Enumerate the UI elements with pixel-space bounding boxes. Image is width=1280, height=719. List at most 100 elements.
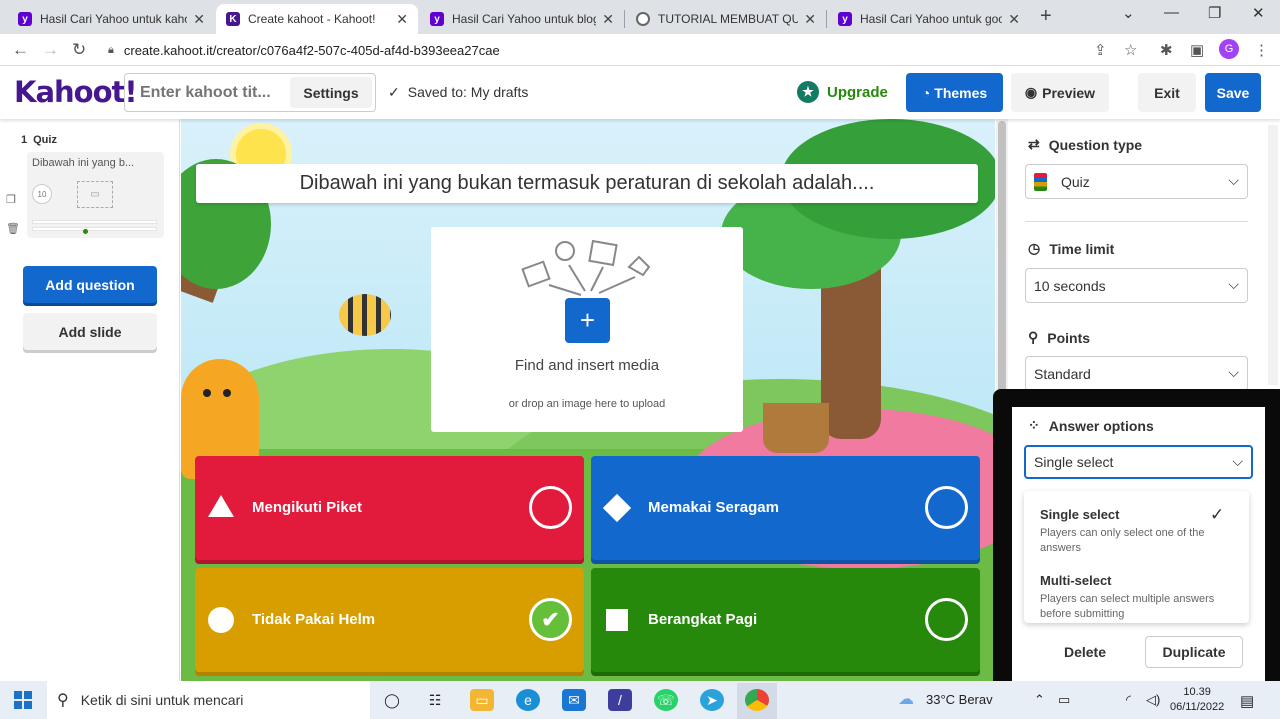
dropdown-option-single-select[interactable]: Single select Players can only select on…: [1040, 507, 1230, 556]
answer-option-2[interactable]: Memakai Seragam: [591, 456, 980, 560]
answer-option-3[interactable]: Tidak Pakai Helm ✔: [195, 568, 584, 672]
kahoot-logo[interactable]: Kahoot!: [14, 75, 138, 109]
wifi-icon[interactable]: ◜: [1126, 692, 1131, 708]
chrome-icon[interactable]: [745, 689, 769, 711]
whatsapp-icon[interactable]: ☏: [654, 689, 678, 711]
search-icon: ⚲: [57, 692, 69, 709]
forward-icon[interactable]: →: [42, 40, 59, 60]
browser-tab[interactable]: y Hasil Cari Yahoo untuk kahoot ✕: [8, 4, 215, 34]
correct-toggle-checked[interactable]: ✔: [529, 598, 572, 641]
slide-type: Quiz: [33, 134, 57, 146]
minimize-icon[interactable]: —: [1164, 4, 1179, 21]
star-icon: ★: [797, 81, 819, 103]
browser-tab[interactable]: y Hasil Cari Yahoo untuk blog c ✕: [420, 4, 624, 34]
correct-toggle[interactable]: [925, 486, 968, 529]
media-upload-area[interactable]: + Find and insert media or drop an image…: [431, 227, 743, 432]
dropdown-option-multi-select[interactable]: Multi-select Players can select multiple…: [1040, 573, 1230, 622]
slide-thumbnail[interactable]: Dibawah ini yang b... 10 ▭: [27, 152, 164, 238]
close-icon[interactable]: ✕: [602, 11, 614, 28]
duplicate-button[interactable]: Duplicate: [1145, 636, 1243, 668]
slide-preview-text: Dibawah ini yang b...: [32, 157, 135, 169]
answer-option-1[interactable]: Mengikuti Piket: [195, 456, 584, 560]
question-type-value: Quiz: [1061, 173, 1090, 190]
drop-image-hint: or drop an image here to upload: [508, 398, 666, 410]
mail-icon[interactable]: ✉: [562, 689, 586, 711]
new-tab-icon[interactable]: +: [1040, 5, 1052, 28]
system-clock[interactable]: 10.39 06/11/2022: [1170, 685, 1224, 715]
url-field[interactable]: 🔒︎ create.kahoot.it/creator/c076a4f2-507…: [108, 38, 1158, 62]
weather-icon[interactable]: ☁: [898, 689, 914, 709]
answer-label[interactable]: Memakai Seragam: [648, 499, 779, 516]
reload-icon[interactable]: ↻: [72, 40, 86, 60]
answer-option-4[interactable]: Berangkat Pagi: [591, 568, 980, 672]
browser-tab[interactable]: TUTORIAL MEMBUAT QUIS C ✕: [626, 4, 826, 34]
kahoot-title-input[interactable]: [140, 83, 300, 102]
divider: [1025, 221, 1248, 222]
windows-start-icon[interactable]: [14, 691, 32, 709]
correct-toggle[interactable]: [529, 486, 572, 529]
answer-label[interactable]: Tidak Pakai Helm: [252, 611, 375, 628]
settings-button[interactable]: Settings: [290, 77, 372, 108]
saved-text: Saved to: My drafts: [407, 84, 529, 100]
close-icon[interactable]: ✕: [804, 11, 816, 28]
close-icon[interactable]: ✕: [1008, 11, 1020, 28]
file-explorer-icon[interactable]: ▭: [470, 689, 494, 711]
answer-options-icon: ⁘: [1028, 417, 1040, 433]
themes-button[interactable]: ◔ Themes: [906, 73, 1003, 112]
answer-label[interactable]: Mengikuti Piket: [252, 499, 362, 516]
maximize-icon[interactable]: ❐: [1208, 4, 1221, 22]
panel-scrollbar[interactable]: [1268, 125, 1278, 385]
upgrade-button[interactable]: ★ Upgrade: [797, 81, 888, 103]
time-limit-select[interactable]: 10 seconds ⌵: [1025, 268, 1248, 303]
browser-tab-active[interactable]: K Create kahoot - Kahoot! ✕: [216, 4, 418, 34]
question-type-select[interactable]: Quiz ⌵: [1025, 164, 1248, 199]
weather-text[interactable]: 33°C Berav: [926, 692, 993, 707]
window-close-icon[interactable]: ✕: [1252, 4, 1265, 22]
sidepanel-icon[interactable]: ▣: [1190, 41, 1204, 59]
trash-icon[interactable]: 🗑︎: [6, 222, 20, 235]
check-icon: ✓: [388, 84, 400, 100]
bee-illustration: [339, 294, 391, 336]
slide-number: 1: [21, 134, 28, 146]
avatar[interactable]: G: [1219, 39, 1239, 59]
add-question-button[interactable]: Add question: [23, 266, 157, 303]
add-slide-button[interactable]: Add slide: [23, 313, 157, 350]
points-select[interactable]: Standard ⌵: [1025, 356, 1248, 391]
duplicate-slide-icon[interactable]: ❐: [6, 193, 16, 206]
answer-options-heading: ⁘ Answer options: [1028, 417, 1154, 434]
browser-tab[interactable]: y Hasil Cari Yahoo untuk goog ✕: [828, 4, 1030, 34]
points-heading: ⚲ Points: [1028, 329, 1090, 346]
bookmark-star-icon[interactable]: ☆: [1124, 41, 1137, 59]
battery-icon[interactable]: ▭: [1058, 692, 1070, 708]
delete-button[interactable]: Delete: [1040, 636, 1130, 668]
tray-chevron-icon[interactable]: ⌃: [1034, 692, 1045, 708]
globe-icon: [636, 12, 650, 26]
answer-options-section: ⁘ Answer options Single select ⌵ Single s…: [1012, 407, 1265, 681]
edge-icon[interactable]: e: [516, 689, 540, 711]
task-view-icon[interactable]: ◯: [380, 689, 404, 711]
widgets-icon[interactable]: ☷: [423, 689, 447, 711]
extensions-icon[interactable]: ✱: [1160, 41, 1173, 59]
volume-icon[interactable]: ◁): [1146, 692, 1160, 708]
back-icon[interactable]: ←: [12, 40, 29, 60]
check-icon: ✓: [1210, 505, 1225, 524]
correct-toggle[interactable]: [925, 598, 968, 641]
add-media-button[interactable]: +: [565, 298, 610, 343]
close-icon[interactable]: ✕: [396, 11, 408, 28]
app-icon[interactable]: /: [608, 689, 632, 711]
question-title-input[interactable]: Dibawah ini yang bukan termasuk peratura…: [196, 164, 978, 203]
answer-options-select[interactable]: Single select ⌵: [1024, 445, 1253, 479]
taskbar-search[interactable]: ⚲ Ketik di sini untuk mencari: [47, 681, 370, 719]
answer-label[interactable]: Berangkat Pagi: [648, 611, 757, 628]
close-icon[interactable]: ✕: [193, 11, 205, 28]
notification-icon[interactable]: ▤: [1240, 692, 1254, 710]
save-button[interactable]: Save: [1205, 73, 1261, 112]
share-icon[interactable]: ⇪: [1094, 41, 1107, 59]
preview-button[interactable]: ◉ Preview: [1011, 73, 1109, 112]
exit-button[interactable]: Exit: [1138, 73, 1196, 112]
menu-kebab-icon[interactable]: ⋮: [1254, 41, 1269, 59]
slide-time-badge: 10: [32, 184, 52, 204]
time-limit-label: Time limit: [1049, 240, 1115, 257]
telegram-icon[interactable]: ➤: [700, 689, 724, 711]
tab-search-icon[interactable]: ⌄: [1122, 4, 1135, 22]
